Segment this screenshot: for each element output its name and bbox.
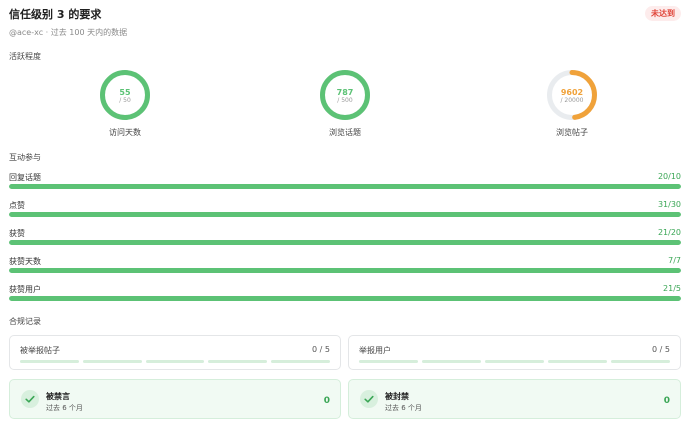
segment [548, 360, 607, 363]
progress-track [9, 240, 681, 245]
progress-label: 回复话题 [9, 173, 41, 182]
segment [485, 360, 544, 363]
status-card-silenced: 被禁言 过去 6 个月 0 [9, 379, 341, 419]
progress-track [9, 184, 681, 189]
card-flagged-users: 举报用户 0 / 5 [348, 335, 681, 370]
ring-value: 787 [336, 88, 354, 97]
section-title-activity: 活跃程度 [9, 52, 41, 61]
progress-label: 获赞用户 [9, 285, 41, 294]
activity-rings: 55 / 50 访问天数 787 / 500 浏览话题 9602 / 20000… [9, 69, 681, 141]
status-badge: 未达到 [645, 6, 681, 21]
progress-row-replies: 回复话题 20/10 [9, 172, 681, 196]
progress-track [9, 296, 681, 301]
progress-row-likes-given: 点赞 31/30 [9, 200, 681, 224]
subtitle: @ace-xc · 过去 100 天内的数据 [9, 28, 128, 37]
progress-track [9, 212, 681, 217]
page-title: 信任级别 3 的要求 [9, 8, 102, 21]
segment [20, 360, 79, 363]
progress-label: 获赞 [9, 229, 25, 238]
section-title-interaction: 互动参与 [9, 153, 41, 162]
ring-label: 浏览话题 [329, 128, 361, 137]
ring-topics-viewed: 787 / 500 浏览话题 [300, 69, 390, 138]
check-icon [21, 390, 39, 408]
progress-label: 点赞 [9, 201, 25, 210]
status-count: 0 [323, 396, 330, 406]
progress-value: 7/7 [668, 256, 681, 265]
status-subtitle: 过去 6 个月 [46, 404, 83, 412]
segment [422, 360, 481, 363]
segment [271, 360, 330, 363]
progress-track [9, 268, 681, 273]
progress-value: 21/20 [657, 228, 681, 237]
progress-value: 21/5 [663, 284, 681, 293]
status-count: 0 [663, 396, 670, 406]
progress-fill [9, 240, 681, 245]
segment-track [359, 360, 670, 363]
segment [145, 360, 205, 363]
status-title: 被禁言 [46, 392, 70, 401]
progress-fill [9, 268, 681, 273]
segment-track [20, 360, 330, 363]
ring-value: 9602 [560, 88, 584, 97]
segment [359, 360, 418, 363]
card-value: 0 / 5 [652, 345, 670, 354]
ring-max: / 50 [119, 97, 131, 104]
ring-max: / 500 [337, 97, 353, 104]
card-label: 举报用户 [359, 346, 391, 355]
progress-row-liked-days: 获赞天数 7/7 [9, 256, 681, 280]
section-title-compliance: 合规记录 [9, 317, 41, 326]
progress-value: 31/30 [657, 200, 681, 209]
segment [82, 360, 142, 363]
ring-label: 浏览帖子 [556, 128, 588, 137]
segment [208, 360, 268, 363]
status-card-suspended: 被封禁 过去 6 个月 0 [348, 379, 681, 419]
progress-row-liked-users: 获赞用户 21/5 [9, 284, 681, 308]
status-title: 被封禁 [385, 392, 409, 401]
progress-value: 20/10 [657, 172, 681, 181]
check-icon [360, 390, 378, 408]
progress-fill [9, 184, 681, 189]
progress-row-likes-received: 获赞 21/20 [9, 228, 681, 252]
progress-fill [9, 296, 681, 301]
segment [611, 360, 670, 363]
ring-visit-days: 55 / 50 访问天数 [80, 69, 170, 138]
progress-fill [9, 212, 681, 217]
card-label: 被举报帖子 [20, 346, 60, 355]
card-flagged-posts: 被举报帖子 0 / 5 [9, 335, 341, 370]
trust-level-requirements-panel: 信任级别 3 的要求 未达到 @ace-xc · 过去 100 天内的数据 活跃… [0, 0, 690, 423]
card-value: 0 / 5 [312, 345, 330, 354]
ring-max: / 20000 [560, 97, 584, 104]
ring-posts-viewed: 9602 / 20000 浏览帖子 [527, 69, 617, 138]
status-subtitle: 过去 6 个月 [385, 404, 422, 412]
progress-label: 获赞天数 [9, 257, 41, 266]
ring-label: 访问天数 [109, 128, 141, 137]
ring-value: 55 [119, 88, 131, 97]
header: 信任级别 3 的要求 未达到 [9, 4, 681, 24]
